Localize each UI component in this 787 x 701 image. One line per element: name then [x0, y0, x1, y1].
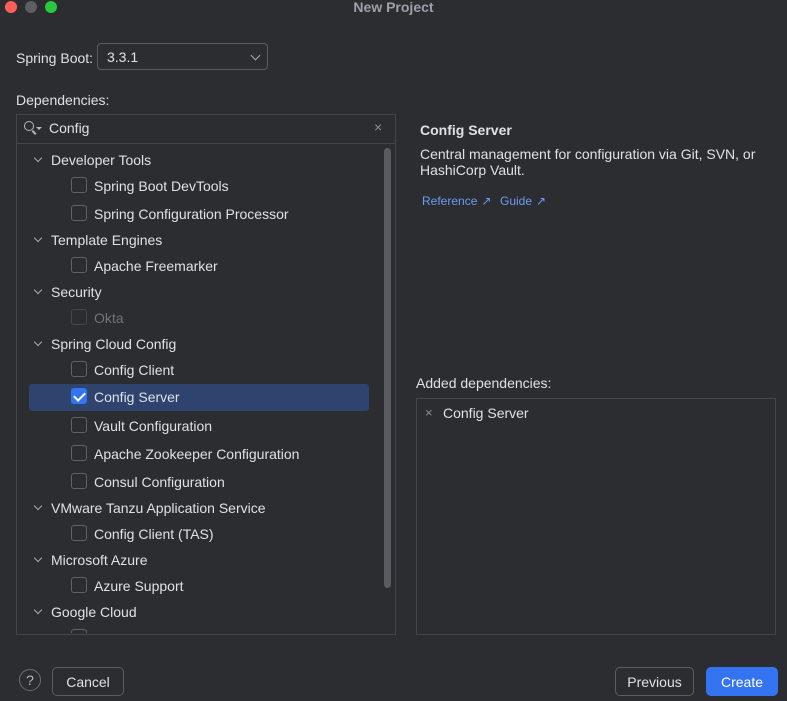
tree-item-label: Apache Zookeeper Configuration: [94, 446, 300, 462]
tree-item-apache-freemarker[interactable]: Apache Freemarker: [17, 253, 384, 279]
tree-group-google-cloud[interactable]: Google Cloud: [17, 599, 384, 625]
external-link-icon: ↗: [536, 194, 547, 208]
tree-group-spring-cloud-config[interactable]: Spring Cloud Config: [17, 331, 384, 357]
checkbox[interactable]: [71, 417, 87, 433]
window-title: New Project: [353, 0, 434, 15]
tree-group-microsoft-azure[interactable]: Microsoft Azure: [17, 547, 384, 573]
reference-link[interactable]: Reference ↗: [422, 194, 491, 208]
checkbox[interactable]: [71, 473, 87, 489]
cancel-button[interactable]: Cancel: [52, 667, 124, 696]
checkbox-disabled: [71, 309, 87, 325]
tree-item-label: Okta: [94, 310, 124, 326]
tree-item-cut-off[interactable]: [17, 625, 384, 633]
checkbox[interactable]: [71, 445, 87, 461]
tree-group-developer-tools[interactable]: Developer Tools: [17, 147, 384, 173]
tree-item-label: Spring Boot DevTools: [94, 178, 229, 194]
dependency-tree: Developer Tools Spring Boot DevTools Spr…: [17, 144, 384, 633]
tree-item-label: Config Client: [94, 362, 175, 378]
detail-title: Config Server: [420, 122, 512, 138]
help-button[interactable]: ?: [19, 669, 41, 691]
chevron-down-icon: [250, 50, 261, 61]
checkbox-checked[interactable]: [71, 388, 87, 404]
tree-item-label: Config Server: [94, 389, 180, 405]
tree-group-vmware-tanzu[interactable]: VMware Tanzu Application Service: [17, 495, 384, 521]
tree-group-label: Security: [51, 284, 102, 300]
chevron-down-icon[interactable]: [33, 337, 43, 347]
spring-boot-label: Spring Boot:: [16, 50, 94, 66]
added-dependencies-label: Added dependencies:: [416, 375, 552, 391]
tree-item-apache-zookeeper-configuration[interactable]: Apache Zookeeper Configuration: [17, 441, 384, 467]
spring-boot-version-value: 3.3.1: [107, 49, 139, 65]
tree-item-okta: Okta: [17, 305, 384, 331]
reference-link-label: Reference: [422, 194, 478, 208]
added-dependency-label: Config Server: [443, 405, 529, 421]
tree-scrollbar[interactable]: [384, 148, 391, 588]
tree-item-vault-configuration[interactable]: Vault Configuration: [17, 413, 384, 439]
tree-group-label: Template Engines: [51, 232, 163, 248]
tree-item-label: Config Client (TAS): [94, 526, 214, 542]
added-dependencies-panel: [416, 398, 776, 635]
tree-item-config-client[interactable]: Config Client: [17, 357, 384, 383]
tree-group-label: Developer Tools: [51, 152, 152, 168]
external-link-icon: ↗: [481, 194, 492, 208]
tree-item-spring-configuration-processor[interactable]: Spring Configuration Processor: [17, 201, 384, 227]
tree-item-label: Consul Configuration: [94, 474, 225, 490]
search-icon[interactable]: [24, 121, 34, 131]
tree-item-spring-boot-devtools[interactable]: Spring Boot DevTools: [17, 173, 384, 199]
tree-item-label: Vault Configuration: [94, 418, 213, 434]
tree-item-config-server[interactable]: Config Server: [29, 384, 369, 411]
guide-link-label: Guide: [500, 194, 533, 208]
guide-link[interactable]: Guide ↗: [500, 194, 546, 208]
checkbox[interactable]: [71, 257, 87, 273]
chevron-down-icon[interactable]: [33, 501, 43, 511]
tree-item-label: Apache Freemarker: [94, 258, 218, 274]
spring-boot-version-select[interactable]: 3.3.1: [97, 43, 268, 70]
tree-item-azure-support[interactable]: Azure Support: [17, 573, 384, 599]
tree-group-template-engines[interactable]: Template Engines: [17, 227, 384, 253]
detail-description: Central management for configuration via…: [420, 146, 756, 178]
chevron-down-icon[interactable]: [33, 553, 43, 563]
tree-item-consul-configuration[interactable]: Consul Configuration: [17, 469, 384, 495]
tree-group-label: Google Cloud: [51, 604, 137, 620]
title-bar: New Project: [0, 0, 787, 15]
chevron-down-icon[interactable]: [33, 285, 43, 295]
tree-item-label: Spring Configuration Processor: [94, 206, 289, 222]
create-button[interactable]: Create: [706, 667, 778, 696]
tree-group-security[interactable]: Security: [17, 279, 384, 305]
chevron-down-icon[interactable]: [33, 605, 43, 615]
search-options-caret-icon[interactable]: [36, 127, 42, 130]
chevron-down-icon[interactable]: [33, 153, 43, 163]
remove-dependency-icon[interactable]: ×: [425, 405, 433, 420]
checkbox[interactable]: [71, 177, 87, 193]
checkbox[interactable]: [71, 205, 87, 221]
dependencies-label: Dependencies:: [16, 92, 110, 108]
checkbox[interactable]: [71, 577, 87, 593]
tree-group-label: VMware Tanzu Application Service: [51, 500, 266, 516]
checkbox[interactable]: [71, 525, 87, 541]
tree-group-label: Microsoft Azure: [51, 552, 148, 568]
clear-search-icon[interactable]: ×: [374, 119, 382, 135]
tree-item-label: Azure Support: [94, 578, 184, 594]
tree-group-label: Spring Cloud Config: [51, 336, 177, 352]
tree-item-config-client-tas[interactable]: Config Client (TAS): [17, 521, 384, 547]
previous-button[interactable]: Previous: [615, 667, 694, 696]
dependency-search-input[interactable]: [49, 118, 349, 138]
checkbox[interactable]: [71, 361, 87, 377]
chevron-down-icon[interactable]: [33, 233, 43, 243]
checkbox[interactable]: [71, 629, 87, 633]
